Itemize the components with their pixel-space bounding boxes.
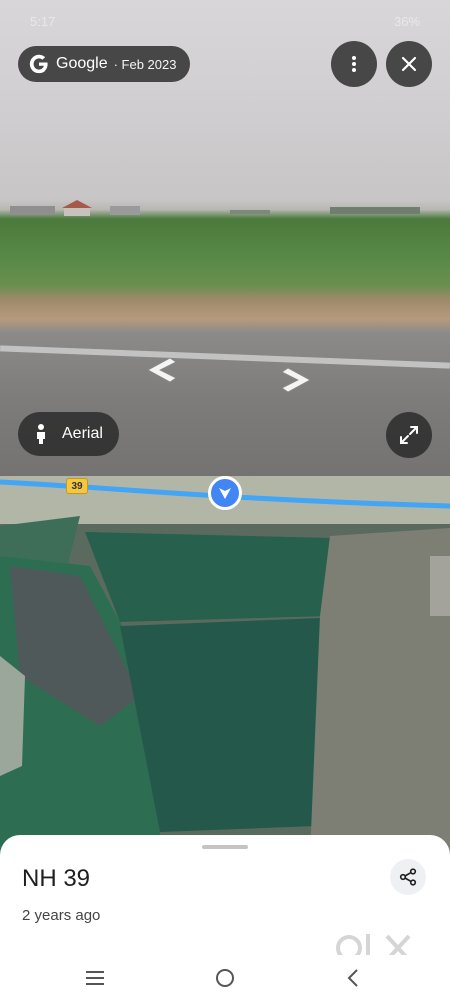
status-battery: 36% [393, 14, 420, 29]
aerial-label: Aerial [62, 425, 103, 442]
sheet-drag-handle[interactable] [202, 845, 248, 849]
location-marker[interactable] [208, 476, 242, 510]
imagery-brand: Google [56, 55, 108, 72]
close-button[interactable] [386, 41, 432, 87]
expand-icon [400, 426, 418, 444]
recents-button[interactable] [80, 963, 110, 993]
menu-icon [86, 971, 104, 985]
imagery-source-chip[interactable]: Google · Feb 2023 [18, 46, 191, 82]
system-nav-bar [0, 955, 450, 1000]
horizon-buildings [10, 200, 420, 216]
more-options-button[interactable] [331, 41, 377, 87]
satellite-imagery [0, 476, 450, 856]
direction-arrow-icon [219, 488, 231, 499]
place-age: 2 years ago [22, 907, 101, 924]
back-button[interactable] [338, 963, 368, 993]
home-button[interactable] [210, 963, 240, 993]
aerial-view-toggle[interactable]: Aerial [18, 412, 119, 456]
satellite-map[interactable] [0, 476, 450, 856]
street-view-panel[interactable]: 5:17 36% Google · Feb 2023 Aerial [0, 0, 450, 476]
back-icon [347, 969, 358, 987]
place-title: NH 39 [22, 865, 91, 892]
person-icon [37, 424, 45, 444]
road-center-line [0, 345, 450, 369]
route-badge: 39 [66, 478, 88, 494]
expand-button[interactable] [386, 412, 432, 458]
home-icon [216, 969, 234, 987]
imagery-date: · Feb 2023 [113, 56, 177, 72]
close-icon [401, 56, 417, 72]
navigate-left-arrow[interactable] [146, 354, 178, 386]
share-button[interactable] [390, 859, 426, 895]
share-icon [399, 868, 417, 886]
google-g-logo [29, 54, 48, 74]
status-bar: 5:17 36% [30, 14, 420, 32]
navigate-right-arrow[interactable] [280, 364, 312, 396]
vertical-dots-icon [352, 56, 356, 72]
status-time: 5:17 [30, 14, 56, 29]
